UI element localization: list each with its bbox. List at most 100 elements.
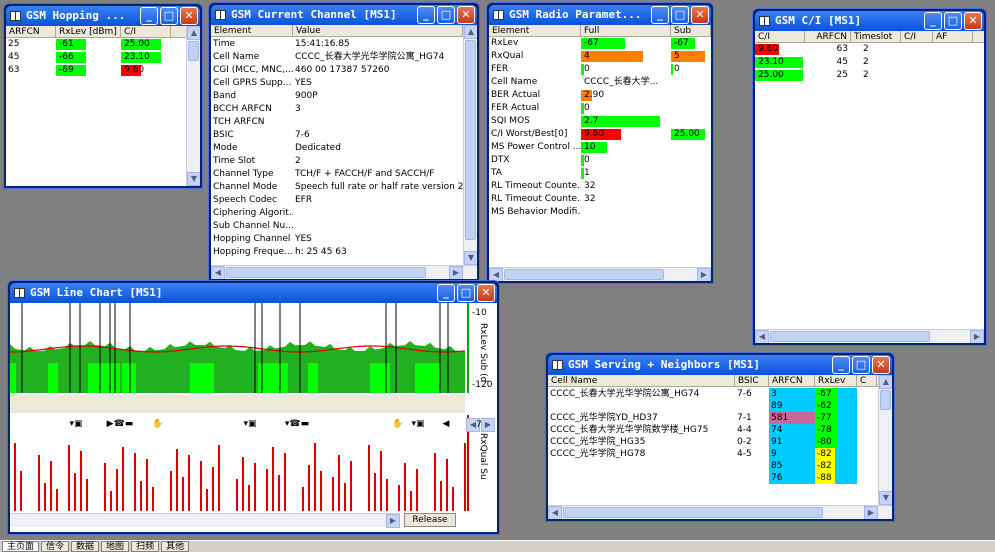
maximize-button[interactable]: □ [671,6,689,24]
minimize-button[interactable]: _ [140,7,158,25]
current-channel-hscroll[interactable]: ◀ ▶ [211,265,477,279]
table-row[interactable]: 85 -82 [548,460,878,472]
table-row[interactable]: C/I Worst/Best[0] 9.60 25.00 [489,128,711,141]
scroll-thumb[interactable] [880,390,891,410]
maximize-button[interactable]: □ [160,7,178,25]
tab-data[interactable]: 数据 [71,541,100,552]
table-row[interactable]: FER Actual 0 [489,102,711,115]
col-full[interactable]: Full [581,25,671,36]
table-row[interactable]: Cell Name CCCC_长春大学光华学院公寓_HG74 [211,51,463,64]
minimize-button[interactable]: _ [417,6,435,24]
table-row[interactable]: Time Slot 2 [211,155,463,168]
table-row[interactable]: RxQual 4 5 [489,50,711,63]
table-row[interactable]: 76 -88 [548,472,878,484]
table-row[interactable]: 23.10 45 2 [755,56,984,69]
col-element[interactable]: Element [211,25,293,36]
col-value[interactable]: Value [293,25,463,36]
close-button[interactable]: ✕ [964,12,982,30]
table-row[interactable]: Sub Channel Nu... [211,220,463,233]
col-arfcn[interactable]: ARFCN [805,31,851,42]
table-row[interactable]: 25.00 25 2 [755,69,984,82]
col-bsic[interactable]: BSIC [735,375,769,386]
table-row[interactable]: Channel Mode Speech full rate or half rat… [211,181,463,194]
hopping-titlebar[interactable]: GSM Hopping ... _ □ ✕ [6,6,200,26]
table-row[interactable]: RL Timeout Counte... 32 [489,193,711,206]
marker-icon[interactable]: ▾▣ [68,418,84,430]
close-button[interactable]: ✕ [872,356,890,374]
maximize-button[interactable]: □ [852,356,870,374]
scroll-thumb[interactable] [226,267,426,278]
table-row[interactable]: DTX 0 [489,154,711,167]
maximize-button[interactable]: □ [944,12,962,30]
col-sub[interactable]: Sub [671,25,711,36]
tab-main[interactable]: 主页面 [2,541,40,552]
scroll-right-icon[interactable]: ▶ [970,330,984,343]
table-row[interactable]: Ciphering Algorit... [211,207,463,220]
table-row[interactable]: 63 -69 9.60 [6,64,200,77]
marker-icon[interactable]: ▾▣ [242,418,258,430]
table-row[interactable]: CCCC_光华学院_HG35 0-2 91 -80 [548,436,878,448]
table-row[interactable]: CCCC_长春大学光华学院数学楼_HG75 4-4 74 -78 [548,424,878,436]
col-c[interactable]: C [857,375,877,386]
ci-titlebar[interactable]: GSM C/I [MS1] _ □ ✕ [755,11,984,31]
call-start-icon[interactable]: ▶☎▬ [100,418,140,430]
scroll-thumb[interactable] [465,40,476,240]
minimize-button[interactable]: _ [832,356,850,374]
line-chart-titlebar[interactable]: GSM Line Chart [MS1] _ □ ✕ [10,283,497,303]
minimize-button[interactable]: _ [651,6,669,24]
table-row[interactable]: CCCC_长春大学光华学院公寓_HG74 7-6 3 -67 [548,388,878,400]
table-row[interactable]: Mode Dedicated [211,142,463,155]
scroll-left-icon[interactable]: ◀ [755,330,769,343]
table-row[interactable]: MS Behavior Modifi... [489,206,711,219]
scroll-thumb[interactable] [563,507,823,518]
col-arfcn[interactable]: ARFCN [6,26,56,37]
scroll-thumb[interactable] [188,41,199,61]
table-row[interactable]: RL Timeout Counte... 32 [489,180,711,193]
col-rxlev[interactable]: RxLev [dBm] [56,26,121,37]
table-row[interactable]: BCCH ARFCN 3 [211,103,463,116]
col-arfcn[interactable]: ARFCN [769,375,815,386]
table-row[interactable]: Hopping Channel YES [211,233,463,246]
close-button[interactable]: ✕ [691,6,709,24]
serving-vscroll[interactable]: ▲ ▼ [878,375,892,505]
tab-map[interactable]: 地图 [101,541,130,552]
chart-hscroll[interactable]: ▶ [10,513,400,528]
col-rxlev[interactable]: RxLev [815,375,857,386]
scroll-right-icon[interactable]: ▶ [449,266,463,279]
tab-scan[interactable]: 扫频 [131,541,160,552]
col-cell-name[interactable]: Cell Name [548,375,735,386]
table-row[interactable]: MS Power Control ... 10 [489,141,711,154]
table-row[interactable]: Cell Name CCCC_长春大学... [489,76,711,89]
col-ci[interactable]: C/I [755,31,805,42]
current-channel-titlebar[interactable]: GSM Current Channel [MS1] _ □ ✕ [211,5,477,25]
table-row[interactable]: 45 -66 23.10 [6,51,200,64]
scroll-left-icon[interactable]: ◀ [211,266,225,279]
col-af[interactable]: AF [933,31,973,42]
scroll-thumb[interactable] [504,269,664,280]
scroll-up-icon[interactable]: ▲ [464,25,477,39]
table-row[interactable]: CCCC_光华学院YD_HD37 7-1 581 -77 [548,412,878,424]
table-row[interactable]: FER 0 0 [489,63,711,76]
table-row[interactable]: SQI MOS 2.7 [489,115,711,128]
col-element[interactable]: Element [489,25,581,36]
scroll-left-icon[interactable]: ◀ [548,506,562,519]
serving-neighbors-titlebar[interactable]: GSM Serving + Neighbors [MS1] _ □ ✕ [548,355,892,375]
col-ci[interactable]: C/I [121,26,171,37]
marker-icon[interactable]: ▾▣ [410,418,426,430]
col-timeslot[interactable]: Timeslot [851,31,901,42]
table-row[interactable]: Speech Codec EFR [211,194,463,207]
close-button[interactable]: ✕ [457,6,475,24]
hopping-scrollbar[interactable]: ▲ ▼ [186,26,200,186]
chart-right-icon[interactable]: ▶ [481,418,495,432]
table-row[interactable]: BER Actual 2.90 [489,89,711,102]
current-channel-vscroll[interactable]: ▲ ▼ [463,25,477,265]
minimize-button[interactable]: _ [437,284,455,302]
scroll-down-icon[interactable]: ▼ [187,172,200,186]
scroll-right-icon[interactable]: ▶ [386,514,400,528]
table-row[interactable]: RxLev -67 -67 [489,37,711,50]
close-button[interactable]: ✕ [477,284,495,302]
table-row[interactable]: TCH ARFCN [211,116,463,129]
ci-hscroll[interactable]: ◀ ▶ [755,329,984,343]
maximize-button[interactable]: □ [457,284,475,302]
hand-icon[interactable]: ✋ [150,418,166,430]
